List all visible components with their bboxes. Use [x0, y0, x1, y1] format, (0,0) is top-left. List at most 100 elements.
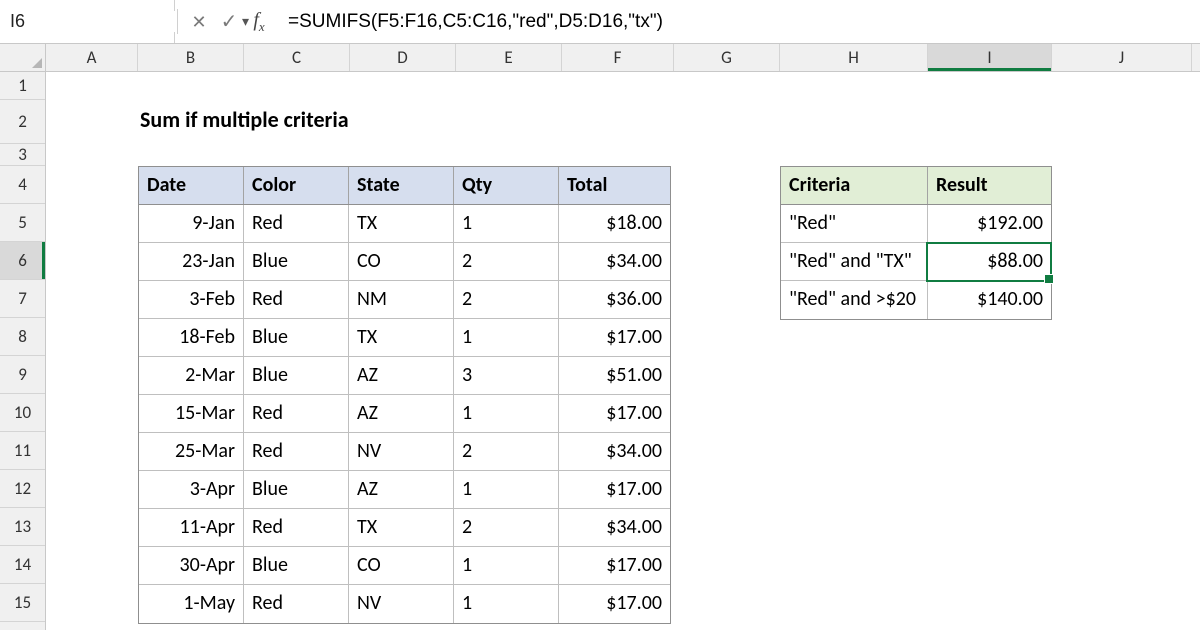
cell-color: Blue [244, 547, 349, 584]
cell-color: Red [244, 281, 349, 318]
row-header-14[interactable]: 14 [0, 546, 45, 584]
cell-color: Blue [244, 319, 349, 356]
table-row[interactable]: 2-Mar Blue AZ 3 $51.00 [139, 357, 670, 395]
cell-state: NM [349, 281, 454, 318]
table-header-row: Date Color State Qty Total [139, 167, 670, 205]
col-header-C[interactable]: C [244, 44, 350, 71]
cell-qty: 1 [454, 319, 559, 356]
row-header-13[interactable]: 13 [0, 508, 45, 546]
cell-total: $51.00 [559, 357, 670, 394]
name-box-wrap: ▾ [0, 0, 175, 43]
cell-total: $17.00 [559, 547, 670, 584]
cell-total: $17.00 [559, 585, 670, 623]
fx-icon: fx [253, 9, 264, 35]
row-header-4[interactable]: 4 [0, 166, 45, 204]
cell-result: $140.00 [928, 281, 1051, 319]
cell-total: $17.00 [559, 319, 670, 356]
row-header-12[interactable]: 12 [0, 470, 45, 508]
row-header-1[interactable]: 1 [0, 72, 45, 100]
col-header-color: Color [244, 167, 349, 204]
col-header-J[interactable]: J [1052, 44, 1192, 71]
table-row[interactable]: "Red" and >$20 $140.00 [781, 281, 1051, 319]
cell-qty: 1 [454, 585, 559, 623]
table-row[interactable]: 3-Apr Blue AZ 1 $17.00 [139, 471, 670, 509]
table-row[interactable]: "Red" $192.00 [781, 205, 1051, 243]
cell-color: Red [244, 509, 349, 546]
formula-bar-controls: ✕ ✓ fx [180, 0, 278, 43]
col-header-E[interactable]: E [456, 44, 562, 71]
cell-total: $36.00 [559, 281, 670, 318]
cell-criteria: "Red" and "TX" [781, 243, 928, 280]
col-header-G[interactable]: G [674, 44, 780, 71]
row-header-15[interactable]: 15 [0, 584, 45, 622]
col-header-F[interactable]: F [562, 44, 674, 71]
table-row[interactable]: 9-Jan Red TX 1 $18.00 [139, 205, 670, 243]
insert-function-button[interactable]: fx [246, 0, 272, 43]
data-table: Date Color State Qty Total 9-Jan Red TX … [138, 166, 671, 624]
cell-qty: 2 [454, 433, 559, 470]
cell-state: AZ [349, 471, 454, 508]
accept-formula-button[interactable]: ✓ [216, 0, 242, 43]
cancel-formula-button[interactable]: ✕ [186, 0, 212, 43]
table-row[interactable]: 30-Apr Blue CO 1 $17.00 [139, 547, 670, 585]
table-row[interactable]: 18-Feb Blue TX 1 $17.00 [139, 319, 670, 357]
cell-qty: 2 [454, 281, 559, 318]
cell-state: NV [349, 433, 454, 470]
cell-qty: 1 [454, 471, 559, 508]
col-header-state: State [349, 167, 454, 204]
divider [177, 9, 178, 35]
select-all-corner[interactable] [0, 44, 46, 71]
col-header-H[interactable]: H [780, 44, 928, 71]
row-header-7[interactable]: 7 [0, 280, 45, 318]
row-header-10[interactable]: 10 [0, 394, 45, 432]
cell-total: $34.00 [559, 243, 670, 280]
result-table: Criteria Result "Red" $192.00 "Red" and … [780, 166, 1052, 320]
row-header-2[interactable]: 2 [0, 100, 45, 144]
table-row[interactable]: 1-May Red NV 1 $17.00 [139, 585, 670, 623]
col-header-I[interactable]: I [928, 44, 1052, 71]
cell-date: 30-Apr [139, 547, 244, 584]
cell-color: Blue [244, 471, 349, 508]
column-headers: A B C D E F G H I J [0, 44, 1200, 72]
col-header-A[interactable]: A [46, 44, 138, 71]
col-header-date: Date [139, 167, 244, 204]
cell-color: Red [244, 395, 349, 432]
table-row[interactable]: 15-Mar Red AZ 1 $17.00 [139, 395, 670, 433]
cell-state: TX [349, 509, 454, 546]
col-header-result: Result [928, 167, 1051, 204]
row-header-5[interactable]: 5 [0, 204, 45, 242]
cell-date: 15-Mar [139, 395, 244, 432]
cells-area[interactable]: Sum if multiple criteria Date Color Stat… [46, 72, 1200, 630]
cell-state: CO [349, 243, 454, 280]
cell-date: 25-Mar [139, 433, 244, 470]
col-header-qty: Qty [454, 167, 559, 204]
row-header-9[interactable]: 9 [0, 356, 45, 394]
formula-input[interactable] [278, 0, 1200, 43]
cell-state: CO [349, 547, 454, 584]
cell-total: $17.00 [559, 395, 670, 432]
table-row[interactable]: 23-Jan Blue CO 2 $34.00 [139, 243, 670, 281]
cell-color: Red [244, 433, 349, 470]
cell-state: NV [349, 585, 454, 623]
row-header-6[interactable]: 6 [0, 242, 45, 280]
cell-qty: 2 [454, 509, 559, 546]
cell-qty: 2 [454, 243, 559, 280]
col-header-B[interactable]: B [138, 44, 244, 71]
row-header-8[interactable]: 8 [0, 318, 45, 356]
cell-date: 9-Jan [139, 205, 244, 242]
cell-result: $88.00 [928, 243, 1051, 280]
table-row[interactable]: 11-Apr Red TX 2 $34.00 [139, 509, 670, 547]
row-header-3[interactable]: 3 [0, 144, 45, 166]
table-row[interactable]: 3-Feb Red NM 2 $36.00 [139, 281, 670, 319]
cell-color: Blue [244, 243, 349, 280]
cell-date: 3-Feb [139, 281, 244, 318]
cell-date: 2-Mar [139, 357, 244, 394]
cell-date: 23-Jan [139, 243, 244, 280]
formula-bar: ▾ ✕ ✓ fx [0, 0, 1200, 44]
cell-total: $34.00 [559, 433, 670, 470]
col-header-D[interactable]: D [350, 44, 456, 71]
row-header-11[interactable]: 11 [0, 432, 45, 470]
table-row[interactable]: "Red" and "TX" $88.00 [781, 243, 1051, 281]
cell-state: TX [349, 319, 454, 356]
table-row[interactable]: 25-Mar Red NV 2 $34.00 [139, 433, 670, 471]
